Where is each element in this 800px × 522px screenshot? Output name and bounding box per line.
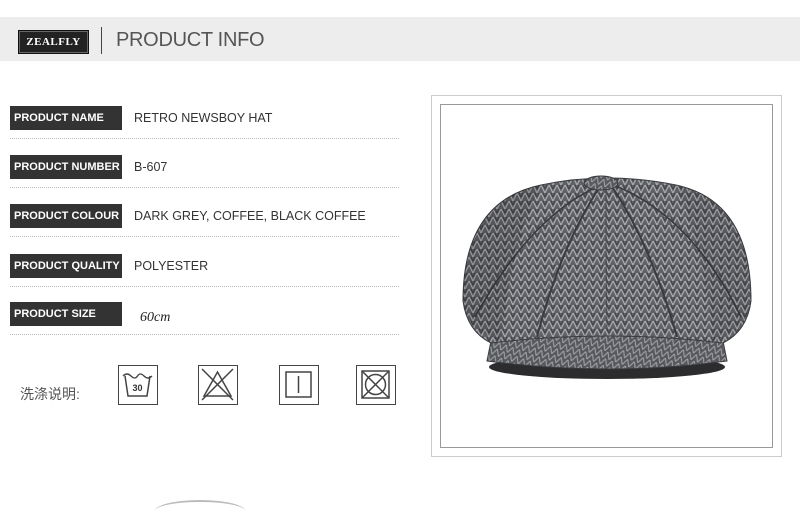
spec-value: B-607 xyxy=(134,160,168,174)
spec-label: PRODUCT SIZE xyxy=(10,302,122,326)
divider xyxy=(10,334,399,335)
line-dry-icon xyxy=(279,365,319,405)
spec-label: PRODUCT NAME xyxy=(10,106,122,130)
no-bleach-icon xyxy=(198,365,238,405)
spec-row-colour: PRODUCT COLOUR DARK GREY, COFFEE, BLACK … xyxy=(10,204,399,237)
divider xyxy=(10,187,399,188)
page-title: PRODUCT INFO xyxy=(116,29,265,51)
header-divider xyxy=(101,27,102,54)
spec-value: POLYESTER xyxy=(134,259,209,273)
spec-label: PRODUCT COLOUR xyxy=(10,204,122,228)
brand-logo: ZEALFLY xyxy=(18,30,89,54)
spec-label: PRODUCT NUMBER xyxy=(10,155,122,179)
wash-temp-text: 30 xyxy=(132,383,142,393)
divider xyxy=(10,286,399,287)
product-photo xyxy=(440,104,773,448)
spec-row-size: PRODUCT SIZE 60cm xyxy=(10,302,399,335)
spec-row-quality: PRODUCT QUALITY POLYESTER xyxy=(10,254,399,287)
spec-value: DARK GREY, COFFEE, BLACK COFFEE xyxy=(134,209,366,223)
spec-label: PRODUCT QUALITY xyxy=(10,254,122,278)
divider xyxy=(10,236,399,237)
no-tumble-dry-icon xyxy=(356,365,396,405)
spec-value: RETRO NEWSBOY HAT xyxy=(134,111,273,125)
decorative-arc xyxy=(155,500,245,522)
spec-row-number: PRODUCT NUMBER B-607 xyxy=(10,155,399,188)
care-instructions-label: 洗涤说明: xyxy=(20,386,80,402)
wash-30-icon: 30 xyxy=(118,365,158,405)
newsboy-cap-image xyxy=(462,175,752,379)
spec-value: 60cm xyxy=(140,310,171,325)
spec-row-name: PRODUCT NAME RETRO NEWSBOY HAT xyxy=(10,106,399,139)
divider xyxy=(10,138,399,139)
